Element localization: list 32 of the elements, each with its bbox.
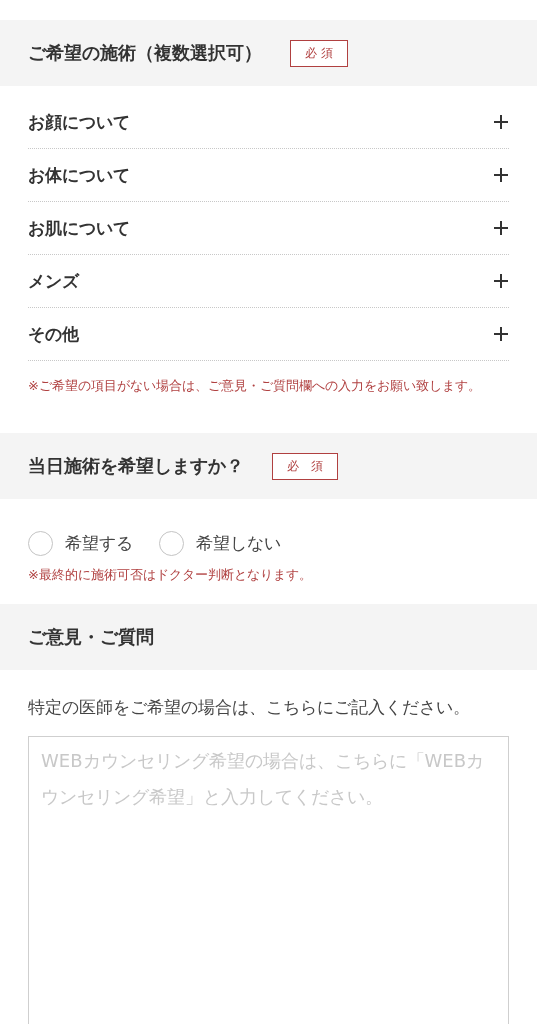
accordion-label: お体について <box>28 163 130 187</box>
expand-toggle[interactable] <box>493 220 509 236</box>
accordion-label: お顔について <box>28 110 130 134</box>
note-text: ※最終的に施術可否はドクター判断となります。 <box>28 566 313 584</box>
section-title: ご意見・ご質問 <box>28 625 154 649</box>
plus-icon <box>493 326 509 342</box>
accordion-row[interactable]: お顔について <box>28 96 509 149</box>
accordion-row[interactable]: メンズ <box>28 255 509 308</box>
expand-toggle[interactable] <box>493 273 509 289</box>
required-badge: 必 須 <box>272 452 338 480</box>
accordion-row[interactable]: お体について <box>28 149 509 202</box>
accordion-row[interactable]: その他 <box>28 308 509 361</box>
required-badge: 必 須 <box>290 39 348 67</box>
radio-label: 希望する <box>65 532 133 555</box>
section-title: ご希望の施術（複数選択可） <box>28 41 262 65</box>
plus-icon <box>493 114 509 130</box>
radio-button[interactable] <box>28 531 53 556</box>
accordion-label: その他 <box>28 322 79 346</box>
expand-toggle[interactable] <box>493 167 509 183</box>
plus-icon <box>493 220 509 236</box>
accordion-label: お肌について <box>28 216 130 240</box>
radio-label: 希望しない <box>196 532 281 555</box>
plus-icon <box>493 167 509 183</box>
note-text: ※ご希望の項目がない場合は、ご意見・ご質問欄への入力をお願い致します。 <box>28 377 482 395</box>
accordion-row[interactable]: お肌について <box>28 202 509 255</box>
radio-button[interactable] <box>159 531 184 556</box>
section-title: 当日施術を希望しますか？ <box>28 454 244 478</box>
accordion-label: メンズ <box>28 269 79 293</box>
expand-toggle[interactable] <box>493 326 509 342</box>
expand-toggle[interactable] <box>493 114 509 130</box>
field-description: 特定の医師をご希望の場合は、こちらにご記入ください。 <box>28 696 471 719</box>
plus-icon <box>493 273 509 289</box>
